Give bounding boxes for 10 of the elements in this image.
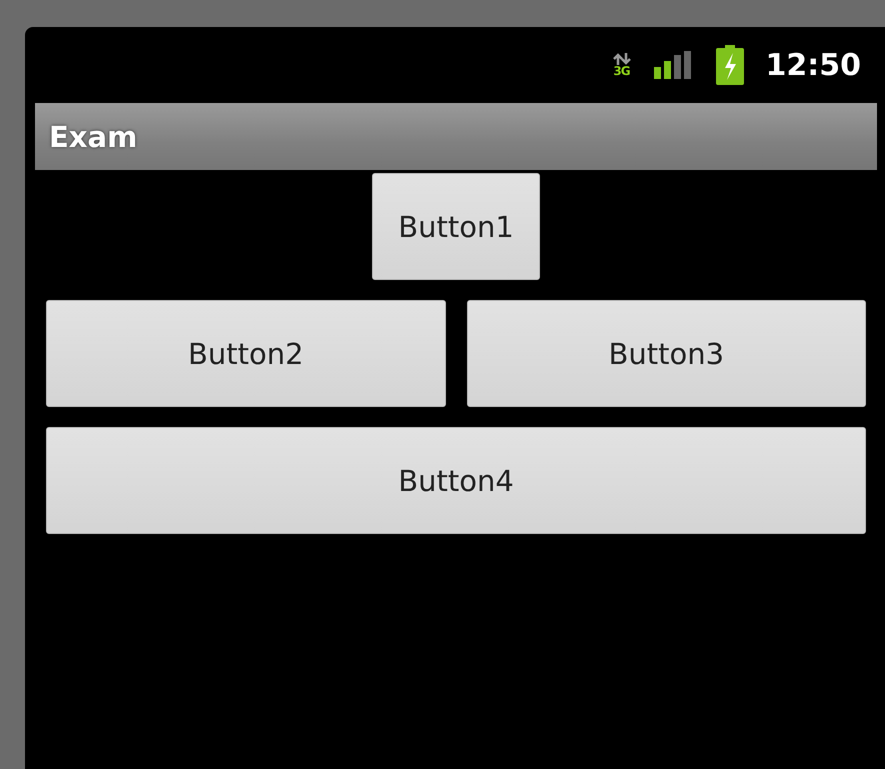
clock-time: 12:50 [766, 48, 861, 82]
network-type-label: 3G [613, 65, 630, 77]
data-arrows-icon [612, 53, 632, 65]
signal-icon [654, 51, 694, 79]
push-button[interactable]: Button4 [46, 427, 866, 534]
app-title: Exam [49, 120, 138, 154]
charging-battery-icon [716, 45, 744, 85]
push-button[interactable]: Button1 [372, 173, 540, 280]
push-button[interactable]: Button3 [466, 300, 866, 407]
push-button[interactable]: Button2 [46, 300, 446, 407]
